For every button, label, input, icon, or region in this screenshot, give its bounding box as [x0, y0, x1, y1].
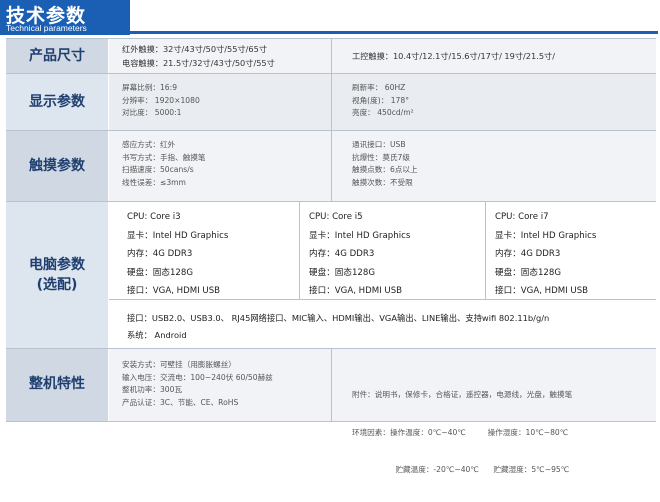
section-display: 显示参数 屏幕比例：16:9 分辨率： 1920×1080 对比度： 5000:…: [6, 73, 656, 131]
touch-count: 触摸次数：不受限: [352, 177, 413, 187]
pc-i5-gpu: 显卡：Intel HD Graphics: [309, 230, 411, 241]
display-contrast: 对比度： 5000:1: [122, 108, 182, 117]
pc-i7-disk: 硬盘：固态128G: [495, 267, 562, 278]
pc-label-main: 电脑参数: [29, 256, 85, 273]
machine-power: 整机功率：300瓦: [122, 385, 183, 394]
machine-label: 整机特性: [6, 349, 108, 421]
header-rule: [130, 31, 658, 34]
pc-shared: 接口：USB2.0、USB3.0、 RJ45网络接口、MIC输入、HDMI输出、…: [127, 310, 549, 344]
size-label: 产品尺寸: [6, 39, 108, 74]
pc-i3-ram: 内存：4G DDR3: [127, 249, 193, 260]
pc-label: 电脑参数 (选配): [6, 202, 108, 349]
pc-interfaces: 接口：USB2.0、USB3.0、 RJ45网络接口、MIC输入、HDMI输出、…: [127, 313, 550, 323]
section-touch: 触摸参数 感应方式：红外 书写方式：手指、触摸笔 扫描速度：50cans/s 线…: [6, 130, 656, 202]
pc-i7-ram: 内存：4G DDR3: [495, 249, 561, 260]
touch-linear-error: 线性误差：≤3mm: [122, 177, 186, 187]
pc-i3-disk: 硬盘：固态128G: [127, 267, 194, 278]
pc-i5-ram: 内存：4G DDR3: [309, 249, 375, 260]
touch-scan-speed: 扫描速度：50cans/s: [122, 165, 194, 174]
size-ir: 红外触摸：32寸/43寸/50寸/55寸/65寸: [122, 44, 268, 54]
display-resolution: 分辨率： 1920×1080: [122, 95, 200, 105]
machine-install: 安装方式：可壁挂（用膨胀螺丝）: [122, 360, 236, 369]
pc-i7-gpu: 显卡：Intel HD Graphics: [495, 230, 597, 241]
pc-i7-cpu: CPU: Core i7: [495, 212, 549, 222]
machine-cert: 产品认证：3C、节能、CE、RoHS: [122, 397, 239, 407]
display-refresh: 刷新率： 60HZ: [352, 83, 406, 92]
section-size: 产品尺寸 红外触摸：32寸/43寸/50寸/55寸/65寸 电容触摸：21.5寸…: [6, 38, 656, 74]
display-angle: 视角(度)： 178°: [352, 95, 410, 105]
section-pc: 电脑参数 (选配) CPU: Core i3 显卡：Intel HD Graphi…: [6, 201, 656, 349]
pc-col-i3: CPU: Core i3 显卡：Intel HD Graphics 内存：4G …: [127, 208, 228, 301]
touch-writing: 书写方式：手指、触摸笔: [122, 152, 206, 162]
pc-os: 系统： Android: [127, 330, 187, 340]
section-machine: 整机特性 安装方式：可壁挂（用膨胀螺丝） 输入电压：交流电：100~240伏 6…: [6, 348, 656, 474]
machine-voltage: 输入电压：交流电：100~240伏 60/50赫兹: [122, 372, 273, 382]
pc-i3-cpu: CPU: Core i3: [127, 212, 181, 222]
pc-col-i7: CPU: Core i7 显卡：Intel HD Graphics 内存：4G …: [495, 208, 596, 301]
page-header: 技术参数 Technical parameters: [0, 0, 660, 35]
pc-col-i5: CPU: Core i5 显卡：Intel HD Graphics 内存：4G …: [309, 208, 410, 301]
touch-label: 触摸参数: [6, 131, 108, 202]
pc-i5-disk: 硬盘：固态128G: [309, 267, 376, 278]
machine-accessories: 附件：说明书，保修卡，合格证，遥控器，电源线，光盘，触摸笔: [352, 390, 573, 399]
touch-interface: 通讯接口：USB: [352, 140, 406, 149]
touch-sensing: 感应方式：红外: [122, 140, 176, 149]
machine-env-operate: 环境因素：操作温度：0℃~40℃ 操作湿度：10℃~80℃: [352, 427, 569, 437]
size-industrial: 工控触摸：10.4寸/12.1寸/15.6寸/17寸/ 19寸/21.5寸/: [352, 51, 555, 61]
touch-explosion: 抗爆性：莫氏7级: [352, 152, 410, 162]
display-brightness: 亮度： 450cd/m²: [352, 108, 414, 117]
machine-env-storage: 贮藏温度：-20℃~40℃ 贮藏湿度：5℃~95℃: [352, 465, 570, 474]
display-ratio: 屏幕比例：16:9: [122, 83, 178, 92]
size-capacitive: 电容触摸：21.5寸/32寸/43寸/50寸/55寸: [122, 57, 275, 68]
pc-i3-gpu: 显卡：Intel HD Graphics: [127, 230, 229, 241]
display-label: 显示参数: [6, 74, 108, 131]
pc-label-optional: (选配): [36, 276, 78, 293]
touch-points: 触摸点数：6点以上: [352, 165, 418, 174]
page-subtitle: Technical parameters: [6, 23, 87, 33]
pc-i5-cpu: CPU: Core i5: [309, 212, 363, 222]
